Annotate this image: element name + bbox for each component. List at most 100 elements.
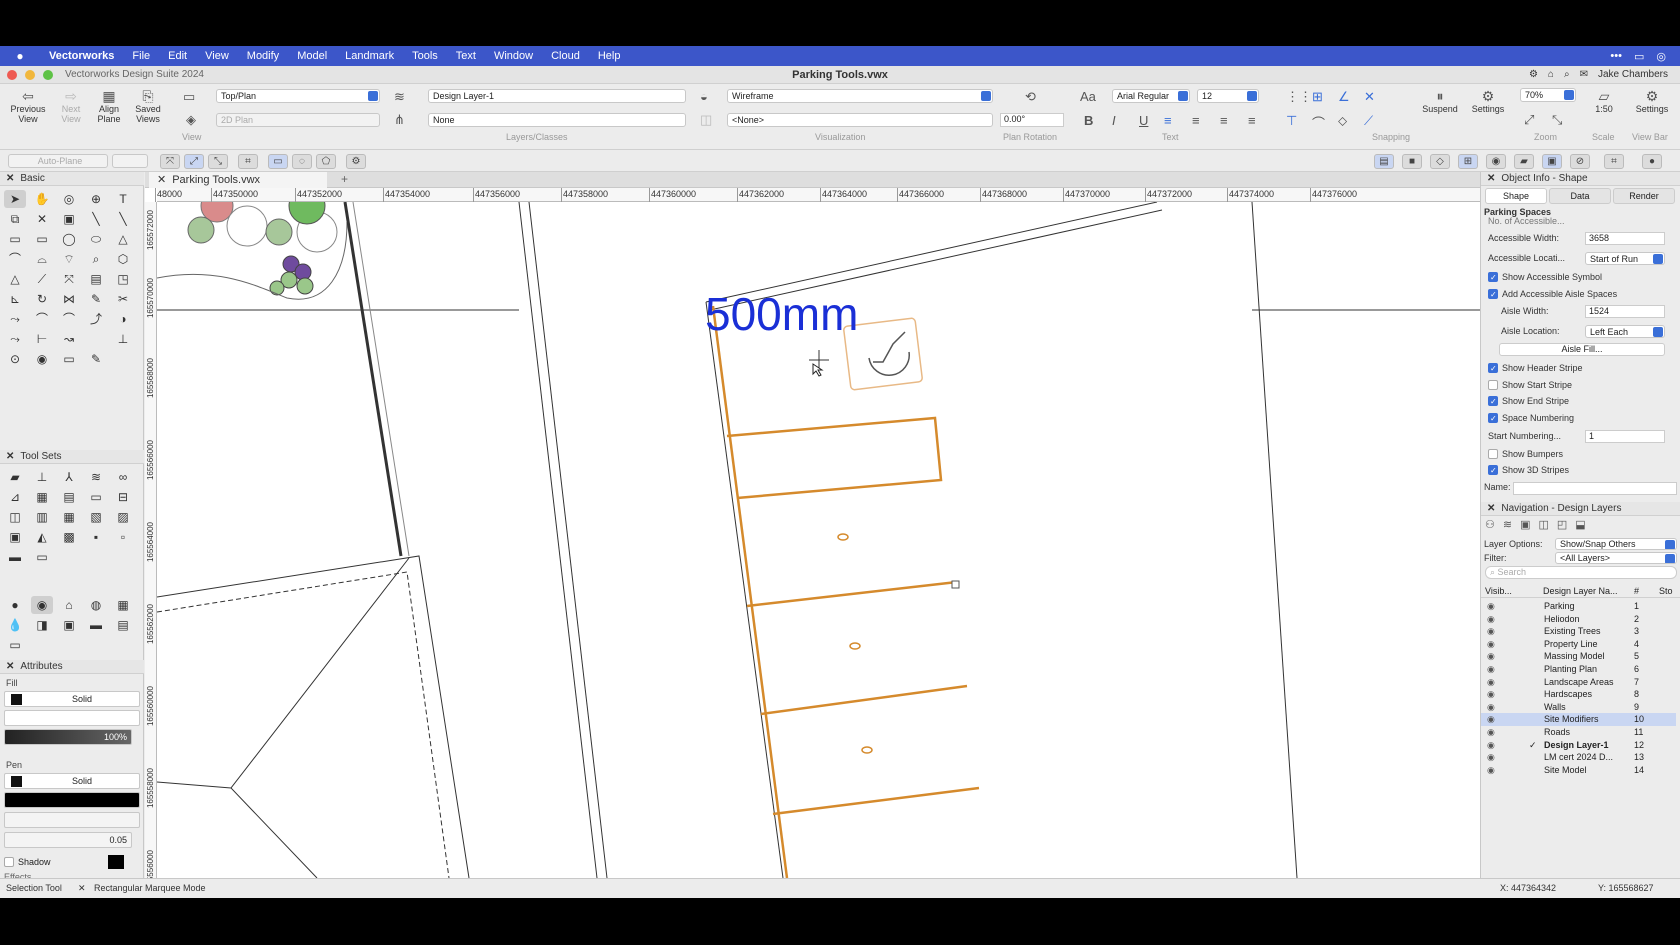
close-icon[interactable]: ✕ — [157, 174, 166, 186]
snap-grid-icon[interactable]: ⋮⋮ — [1286, 89, 1312, 105]
saved-views-button[interactable]: ⎘ Saved Views — [130, 88, 166, 124]
control-center-icon[interactable]: ▭ — [1634, 50, 1644, 63]
toolset-tool-icon[interactable]: ▣ — [4, 528, 26, 546]
view-screen-icon[interactable]: ▣ — [1542, 154, 1562, 169]
underline-icon[interactable]: U — [1139, 113, 1148, 128]
toolset-tool-icon[interactable]: ▤ — [58, 488, 80, 506]
basic-tool-icon[interactable]: ⊙ — [4, 350, 26, 368]
eye-icon[interactable]: ◉ — [1487, 726, 1495, 739]
apple-icon[interactable]: ● — [0, 49, 40, 63]
basic-tool-icon[interactable]: ◑ — [112, 310, 134, 328]
basic-tool-icon[interactable]: ⌒ — [31, 310, 53, 328]
menu-file[interactable]: File — [123, 50, 159, 62]
previous-view-button[interactable]: ⇦ Previous View — [6, 88, 50, 124]
basic-tool-icon[interactable]: ⤴ — [85, 310, 107, 328]
basic-tool-icon[interactable]: ⬭ — [85, 230, 107, 248]
layer-row[interactable]: ◉ Planting Plan 6 — [1481, 663, 1676, 676]
toolset-tool-icon[interactable]: ▭ — [31, 548, 53, 566]
name-field[interactable] — [1513, 482, 1677, 495]
toolset-tool-icon[interactable]: ▪ — [85, 528, 107, 546]
align-left-icon[interactable]: ≡ — [1164, 113, 1172, 128]
zoom-select[interactable]: 70% — [1520, 88, 1576, 102]
toolset-tool-icon[interactable]: ◫ — [4, 508, 26, 526]
basic-tool-icon[interactable]: ⟋ — [31, 270, 53, 288]
toolset-category-icon[interactable]: ▣ — [58, 616, 80, 634]
snap-angle-icon[interactable]: ∠ — [1338, 89, 1350, 105]
show-header-stripe-checkbox[interactable]: Show Header Stripe — [1481, 360, 1680, 377]
toolset-category-icon[interactable]: ● — [4, 596, 26, 614]
search-icon[interactable]: ⌕ — [1564, 69, 1570, 80]
snap-object-icon[interactable]: ⊞ — [1312, 89, 1323, 105]
layer-row[interactable]: ◉ Walls 9 — [1481, 701, 1676, 714]
line-weight-select[interactable]: 0.05 — [4, 832, 132, 848]
drawing-canvas[interactable]: 500mm — [156, 187, 1480, 878]
eye-icon[interactable]: ◉ — [1487, 613, 1495, 626]
align-center-icon[interactable]: ≡ — [1192, 113, 1200, 128]
layer-row[interactable]: ◉ LM cert 2024 D... 13 — [1481, 751, 1676, 764]
menu-edit[interactable]: Edit — [159, 50, 196, 62]
accessible-width-field[interactable]: 3658 — [1585, 232, 1665, 245]
toolset-tool-icon[interactable]: ⊿ — [4, 488, 26, 506]
navigation-tab-icons[interactable]: ⚇≋▣◫◰⬓ — [1485, 518, 1675, 534]
basic-tool-icon[interactable]: ✎ — [85, 290, 107, 308]
pen-opacity-slider[interactable] — [4, 812, 140, 828]
font-size-select[interactable]: 12 — [1197, 89, 1259, 103]
menu-tools[interactable]: Tools — [403, 50, 447, 62]
align-plane-button[interactable]: ▦ Align Plane — [92, 88, 126, 124]
mode-lasso-marquee-icon[interactable]: ◌ — [292, 154, 312, 169]
viewport-icon[interactable]: ◫ — [700, 112, 712, 128]
layers-icon[interactable]: ≋ — [394, 89, 405, 105]
show-start-stripe-checkbox[interactable]: Show Start Stripe — [1481, 377, 1680, 393]
document-tab[interactable]: ✕ Parking Tools.vwx — [149, 172, 327, 188]
siri-icon[interactable]: ◎ — [1656, 50, 1666, 63]
menu-landmark[interactable]: Landmark — [336, 50, 403, 62]
toolset-category-icon[interactable]: ◍ — [85, 596, 107, 614]
basic-tool-icon[interactable]: ➤ — [4, 190, 26, 208]
horizontal-ruler[interactable]: 48000 447350000 447352000 447354000 44735600… — [155, 188, 1480, 202]
auto-plane-toggle[interactable]: Auto-Plane — [8, 154, 108, 168]
shadow-checkbox[interactable] — [4, 856, 14, 867]
close-icon[interactable]: ✕ — [78, 879, 86, 897]
toolset-category-icon[interactable]: ▬ — [85, 616, 107, 634]
toolset-tool-icon[interactable]: ▫ — [112, 528, 134, 546]
toolset-tool-icon[interactable]: ⊥ — [31, 468, 53, 486]
layer-row[interactable]: ◉ Landscape Areas 7 — [1481, 676, 1676, 689]
add-accessible-aisle-checkbox[interactable]: Add Accessible Aisle Spaces — [1481, 286, 1680, 303]
basic-tool-icon[interactable]: ✕ — [31, 210, 53, 228]
basic-tool-icon[interactable]: △ — [112, 230, 134, 248]
menu-app[interactable]: Vectorworks — [40, 50, 123, 62]
vertical-ruler[interactable]: 165572000 165570000 165568000 165566000 1655… — [145, 202, 157, 878]
mode-disable-interactive-icon[interactable]: ⤧ — [160, 154, 180, 169]
plane-icon[interactable]: ◈ — [186, 112, 196, 128]
view-snap-icon[interactable]: ◇ — [1430, 154, 1450, 169]
basic-tool-icon[interactable]: ◎ — [58, 190, 80, 208]
menu-text[interactable]: Text — [447, 50, 485, 62]
toolset-tool-icon[interactable]: ▰ — [4, 468, 26, 486]
zoom-area-icon[interactable]: ⤡ — [1552, 112, 1562, 128]
mail-icon[interactable]: ✉ — [1580, 69, 1588, 80]
layer-options-select[interactable]: Show/Snap Others — [1555, 538, 1677, 550]
view-select[interactable]: Top/Plan — [216, 89, 380, 103]
eye-icon[interactable]: ◉ — [1487, 688, 1495, 701]
col-layer-name[interactable]: Design Layer Na... — [1543, 584, 1618, 598]
plan-rotation-icon[interactable]: ⟲ — [1025, 89, 1036, 105]
tab-render[interactable]: Render — [1613, 188, 1675, 204]
fill-style-select[interactable]: Solid — [4, 691, 140, 707]
basic-tool-icon[interactable]: ⊢ — [31, 330, 53, 348]
toolset-tool-icon[interactable]: ▦ — [31, 488, 53, 506]
toolset-tool-icon[interactable]: ⅄ — [58, 468, 80, 486]
basic-tool-icon[interactable]: ╲ — [85, 210, 107, 228]
more-icon[interactable]: ••• — [1610, 50, 1622, 63]
toolset-category-icon[interactable]: ◉ — [31, 596, 53, 614]
accessible-location-select[interactable]: Start of Run — [1585, 252, 1665, 265]
basic-tool-icon[interactable]: ⧉ — [4, 210, 26, 228]
plane-select[interactable]: 2D Plan — [216, 113, 380, 127]
basic-tool-icon[interactable]: ⌒ — [58, 310, 80, 328]
view-options-icon[interactable]: ⌗ — [1604, 154, 1624, 169]
mode-polygon-marquee-icon[interactable]: ⬠ — [316, 154, 336, 169]
toolset-tool-icon[interactable]: ▦ — [58, 508, 80, 526]
fill-opacity-slider[interactable]: 100% — [4, 729, 132, 745]
add-tab-icon[interactable]: + — [341, 172, 348, 186]
aisle-fill-button[interactable]: Aisle Fill... — [1499, 343, 1665, 356]
selection-handle[interactable] — [951, 580, 960, 589]
